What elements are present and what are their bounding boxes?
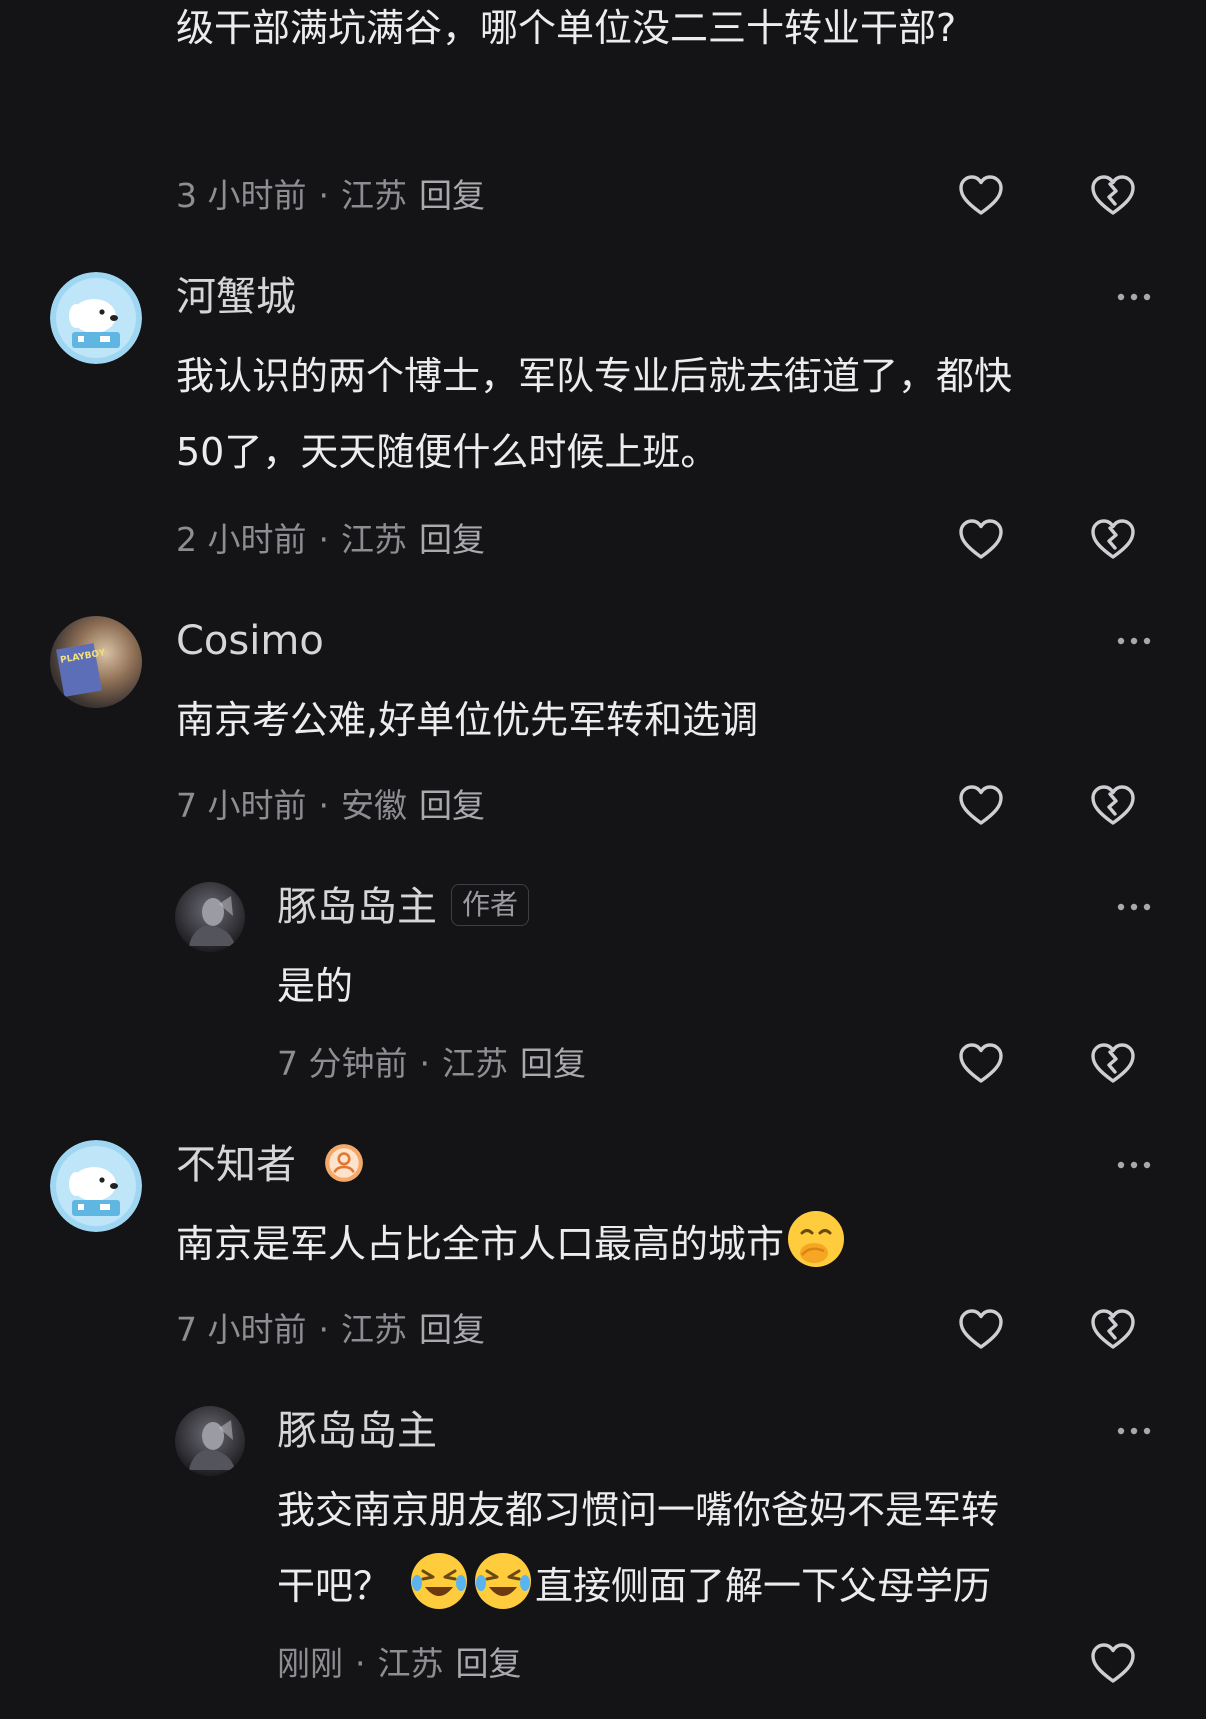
comment-location: 江苏: [377, 1644, 444, 1683]
reply-button[interactable]: 回复: [520, 1044, 586, 1083]
dislike-broken-heart-icon[interactable]: [1089, 1040, 1137, 1088]
hand-over-mouth-emoji-icon: [784, 1207, 848, 1271]
reply-button[interactable]: 回复: [419, 1310, 485, 1349]
comment-time: 7 小时前: [176, 1310, 307, 1349]
comment-text: 级干部满坑满谷，哪个单位没二三十转业干部?: [176, 6, 957, 50]
comment-time: 7 小时前: [176, 786, 307, 825]
comment-text: 我认识的两个博士，军队专业后就去街道了，都快 50了，天天随便什么时候上班。: [176, 354, 1013, 474]
username[interactable]: 河蟹城: [176, 272, 296, 322]
comment-meta: 7 小时前 · 江苏 回复: [176, 1310, 485, 1349]
comment-text: 南京考公难,好单位优先军转和选调: [176, 698, 759, 742]
more-options-icon[interactable]: [1116, 902, 1152, 912]
dislike-broken-heart-icon[interactable]: [1089, 172, 1137, 220]
comment-location: 江苏: [442, 1044, 508, 1083]
like-heart-icon[interactable]: [957, 172, 1005, 220]
avatar[interactable]: [175, 882, 245, 952]
username[interactable]: Cosimo: [176, 616, 324, 666]
dislike-broken-heart-icon[interactable]: [1089, 1306, 1137, 1354]
like-heart-icon[interactable]: [957, 1040, 1005, 1088]
comment-time: 2 小时前: [176, 520, 307, 559]
more-options-icon[interactable]: [1116, 1160, 1152, 1170]
like-heart-icon[interactable]: [957, 516, 1005, 564]
username-row: 豚岛岛主 作者: [277, 882, 530, 932]
reply-button[interactable]: 回复: [456, 1644, 522, 1683]
like-heart-icon[interactable]: [1089, 1640, 1137, 1688]
reply-button[interactable]: 回复: [419, 520, 485, 559]
comment-time: 刚刚: [277, 1644, 343, 1683]
avatar[interactable]: [50, 272, 142, 364]
avatar[interactable]: [175, 1406, 245, 1476]
comment-meta: 7 小时前 · 安徽 回复: [176, 786, 485, 825]
rolling-laughing-emoji-icon: [407, 1549, 471, 1613]
comment-meta: 2 小时前 · 江苏 回复: [176, 520, 485, 559]
dislike-broken-heart-icon[interactable]: [1089, 782, 1137, 830]
avatar[interactable]: PLAYBOY: [50, 616, 142, 708]
comment-time: 3 小时前: [176, 176, 307, 215]
comment-meta: 7 分钟前 · 江苏 回复: [277, 1044, 586, 1083]
dislike-broken-heart-icon[interactable]: [1089, 516, 1137, 564]
more-options-icon[interactable]: [1116, 1426, 1152, 1436]
username[interactable]: 豚岛岛主: [277, 884, 437, 930]
reply-button[interactable]: 回复: [419, 176, 485, 215]
reply-button[interactable]: 回复: [419, 786, 485, 825]
comment-location: 江苏: [341, 520, 407, 559]
like-heart-icon[interactable]: [957, 1306, 1005, 1354]
comment-location: 江苏: [341, 1310, 407, 1349]
author-badge: 作者: [451, 884, 530, 926]
username-row: 不知者: [176, 1140, 365, 1190]
comment-text: 我交南京朋友都习惯问一嘴你爸妈不是军转 干吧？ 直接侧面了解一下父母学历: [277, 1472, 999, 1624]
like-heart-icon[interactable]: [957, 782, 1005, 830]
user-badge-icon: [323, 1142, 365, 1184]
comment-meta: 3 小时前 · 江苏 回复: [176, 176, 485, 215]
avatar[interactable]: [50, 1140, 142, 1232]
comment-meta: 刚刚 · 江苏 回复: [277, 1644, 522, 1683]
comment-time: 7 分钟前: [277, 1044, 408, 1083]
more-options-icon[interactable]: [1116, 636, 1152, 646]
comment-location: 安徽: [341, 786, 407, 825]
more-options-icon[interactable]: [1116, 292, 1152, 302]
comment-text: 南京是军人占比全市人口最高的城市: [176, 1206, 848, 1282]
comment-text: 是的: [277, 964, 354, 1008]
username[interactable]: 不知者: [176, 1142, 296, 1188]
rolling-laughing-emoji-icon: [471, 1549, 535, 1613]
username[interactable]: 豚岛岛主: [277, 1406, 437, 1456]
comment-location: 江苏: [341, 176, 407, 215]
